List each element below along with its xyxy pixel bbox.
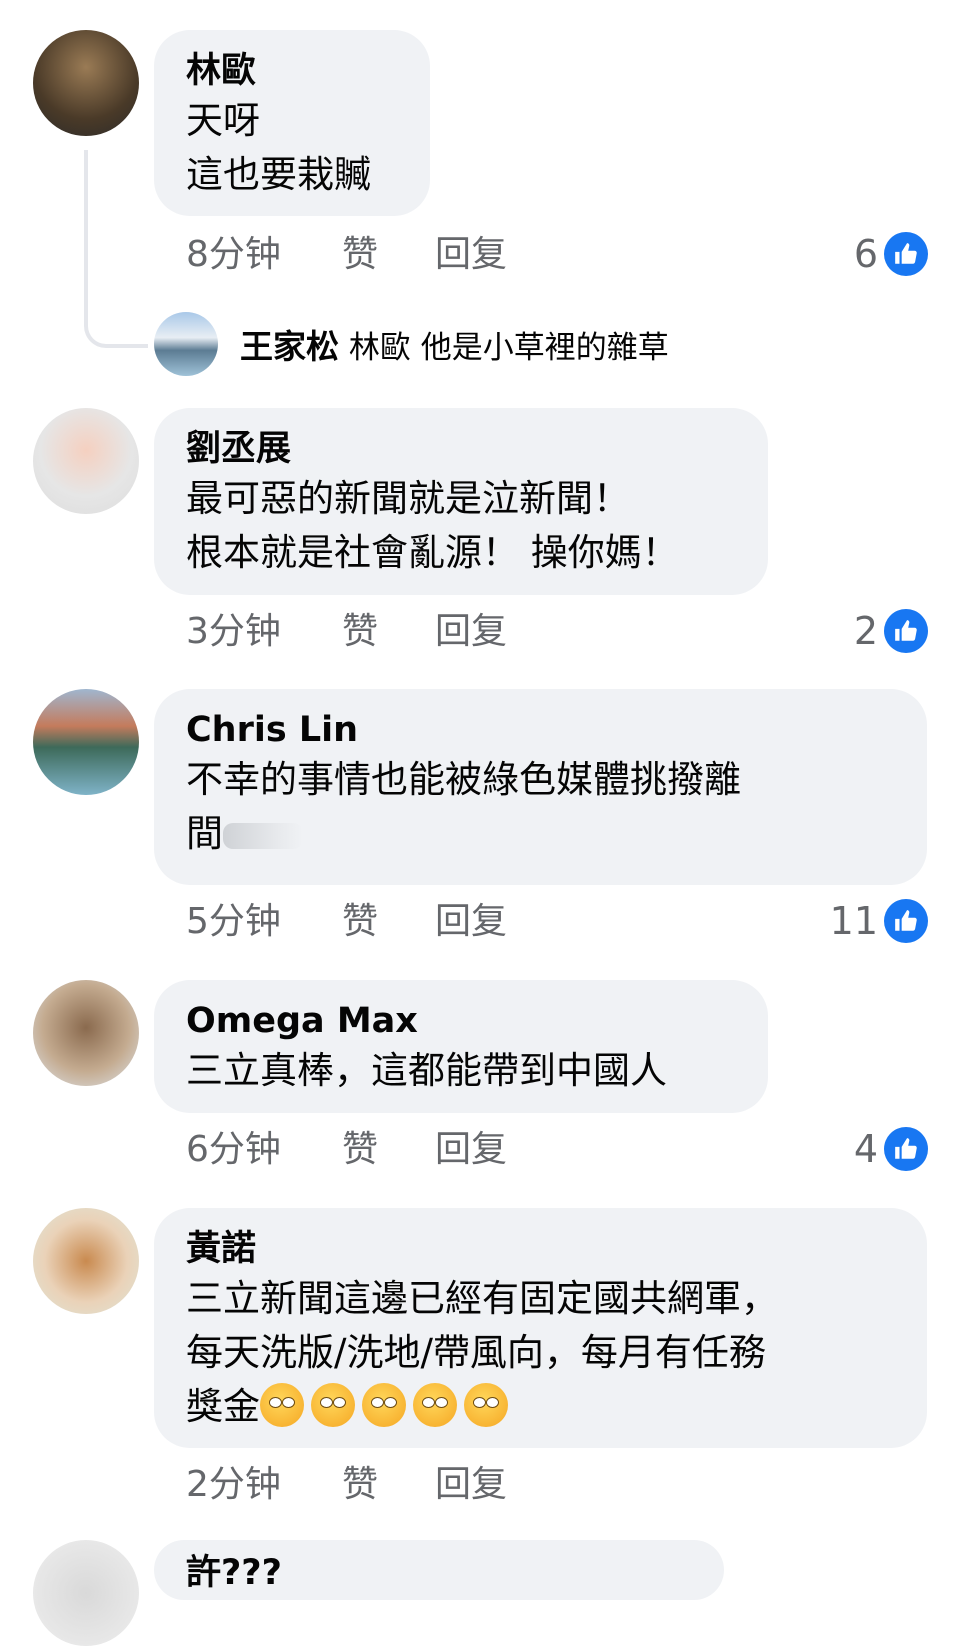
comment-author[interactable]: 林歐 bbox=[186, 48, 398, 94]
comment-bubble: Chris Lin 不幸的事情也能被綠色媒體挑撥離 間 bbox=[154, 689, 927, 885]
comment-time: 3分钟 bbox=[186, 611, 281, 652]
like-count[interactable]: 4 bbox=[854, 1125, 928, 1173]
comment-time: 2分钟 bbox=[186, 1464, 281, 1505]
reply-thread-line bbox=[84, 150, 148, 348]
like-button[interactable]: 赞 bbox=[342, 233, 378, 277]
reply-preview[interactable]: 王家松 林歐 他是小草裡的雜草 bbox=[240, 320, 669, 368]
like-count-number: 6 bbox=[853, 232, 878, 276]
reply-button[interactable]: 回复 bbox=[435, 233, 507, 277]
comment-text-line: 三立新聞這邊已經有固定國共網軍， bbox=[186, 1277, 778, 1320]
like-count-number: 4 bbox=[853, 1127, 878, 1171]
comment-bubble: Omega Max 三立真棒，這都能帶到中國人 bbox=[154, 980, 768, 1113]
rolling-eyes-emoji bbox=[260, 1383, 304, 1427]
comment-text-line: 三立真棒，這都能帶到中國人 bbox=[186, 1049, 667, 1092]
comment-text-fragment: 間 bbox=[186, 812, 223, 855]
reply-author: 王家松 bbox=[240, 327, 339, 366]
like-count[interactable]: 2 bbox=[854, 607, 928, 655]
comment-text-line: 最可惡的新聞就是泣新聞！ bbox=[186, 477, 630, 520]
comment-actions: 3分钟 赞 回复 bbox=[186, 610, 586, 654]
thumbs-up-icon bbox=[884, 609, 928, 653]
thumbs-up-icon bbox=[884, 232, 928, 276]
comment-author[interactable]: 黃諾 bbox=[186, 1226, 895, 1272]
comment-actions: 6分钟 赞 回复 bbox=[186, 1128, 586, 1172]
blurred-text bbox=[223, 822, 303, 849]
reply-button[interactable]: 回复 bbox=[435, 610, 507, 654]
comment-text-line: 獎金 bbox=[186, 1380, 895, 1434]
comment-text-line: 天呀 bbox=[186, 99, 260, 142]
comment-bubble: 黃諾 三立新聞這邊已經有固定國共網軍， 每天洗版/洗地/帶風向，每月有任務 獎金 bbox=[154, 1208, 927, 1448]
like-count-number: 2 bbox=[853, 609, 878, 653]
comment-bubble: 劉丞展 最可惡的新聞就是泣新聞！ 根本就是社會亂源！ 操你媽！ bbox=[154, 408, 768, 595]
reply-button[interactable]: 回复 bbox=[435, 1463, 507, 1507]
avatar[interactable] bbox=[33, 980, 139, 1086]
like-button[interactable]: 赞 bbox=[342, 900, 378, 944]
like-button[interactable]: 赞 bbox=[342, 1128, 378, 1172]
comment-author[interactable]: 劉丞展 bbox=[186, 426, 736, 472]
comment-actions: 8分钟 赞 回复 bbox=[186, 233, 586, 277]
like-count[interactable]: 11 bbox=[830, 897, 928, 945]
comment-time: 6分钟 bbox=[186, 1129, 281, 1170]
avatar[interactable] bbox=[33, 30, 139, 136]
comment-bubble: 許??? bbox=[154, 1540, 724, 1600]
rolling-eyes-emoji bbox=[464, 1383, 508, 1427]
reply-text: 林歐 他是小草裡的雜草 bbox=[348, 330, 669, 366]
rolling-eyes-emoji bbox=[413, 1383, 457, 1427]
reply-button[interactable]: 回复 bbox=[435, 900, 507, 944]
comment-author[interactable]: 許??? bbox=[186, 1550, 692, 1596]
like-button[interactable]: 赞 bbox=[342, 610, 378, 654]
like-count[interactable]: 6 bbox=[854, 230, 928, 278]
rolling-eyes-emoji bbox=[311, 1383, 355, 1427]
comment-text-line: 這也要栽贓 bbox=[186, 153, 371, 196]
comment-time: 5分钟 bbox=[186, 901, 281, 942]
avatar[interactable] bbox=[33, 408, 139, 514]
like-button[interactable]: 赞 bbox=[342, 1463, 378, 1507]
comment-text-line: 不幸的事情也能被綠色媒體挑撥離 bbox=[186, 758, 741, 801]
avatar[interactable] bbox=[33, 1208, 139, 1314]
reply-button[interactable]: 回复 bbox=[435, 1128, 507, 1172]
comment-text-line: 間 bbox=[186, 807, 895, 861]
comment-text-line: 每天洗版/洗地/帶風向，每月有任務 bbox=[186, 1331, 766, 1374]
rolling-eyes-emoji bbox=[362, 1383, 406, 1427]
comment-author[interactable]: Omega Max bbox=[186, 998, 736, 1044]
thumbs-up-icon bbox=[884, 899, 928, 943]
thumbs-up-icon bbox=[884, 1127, 928, 1171]
comment-text-line: 根本就是社會亂源！ 操你媽！ bbox=[186, 531, 679, 574]
avatar[interactable] bbox=[33, 1540, 139, 1646]
comment-actions: 5分钟 赞 回复 bbox=[186, 900, 586, 944]
comment-text-fragment: 獎金 bbox=[186, 1385, 260, 1428]
comment-time: 8分钟 bbox=[186, 234, 281, 275]
avatar[interactable] bbox=[33, 689, 139, 795]
comment-author[interactable]: Chris Lin bbox=[186, 707, 895, 753]
like-count-number: 11 bbox=[829, 899, 878, 943]
comment-bubble: 林歐 天呀 這也要栽贓 bbox=[154, 30, 430, 216]
comment-actions: 2分钟 赞 回复 bbox=[186, 1463, 586, 1507]
reply-avatar[interactable] bbox=[154, 312, 218, 376]
